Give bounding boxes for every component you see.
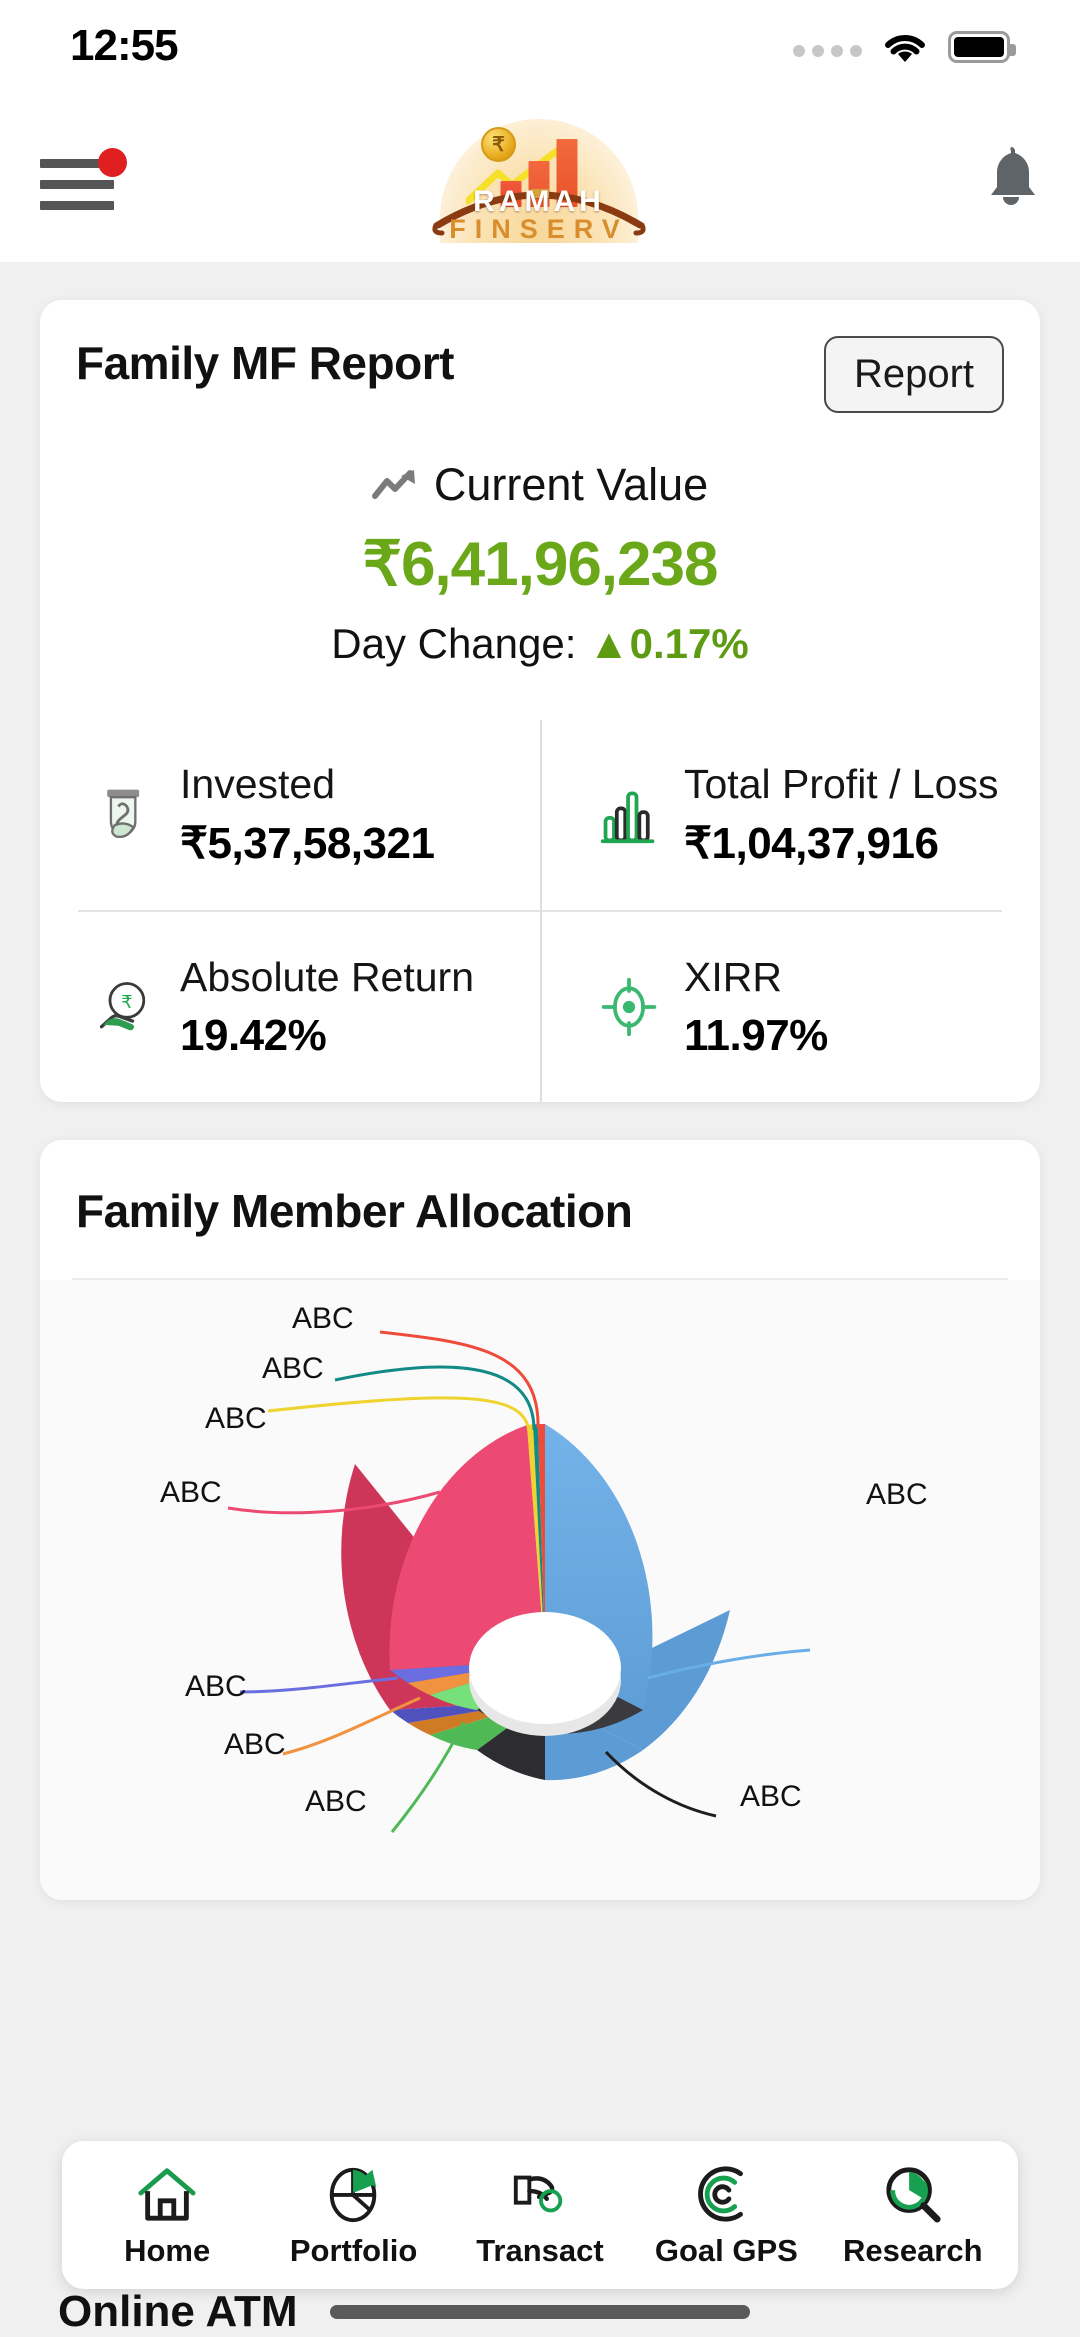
logo-brand-secondary: FINSERV <box>424 214 654 245</box>
nav-label: Transact <box>476 2233 604 2269</box>
nav-item-home[interactable]: Home <box>80 2161 254 2269</box>
nav-label: Research <box>843 2233 983 2269</box>
app-logo[interactable]: ₹ RAMAH FINSERV <box>424 111 654 243</box>
stat-absolute-return[interactable]: ₹ Absolute Return 19.42% <box>40 912 540 1102</box>
rupee-hand-icon: ₹ <box>92 974 158 1040</box>
pie-chart-svg <box>40 1280 1040 1900</box>
notification-badge-dot <box>98 148 127 177</box>
stat-value: ₹1,04,37,916 <box>684 818 998 869</box>
stat-label: Absolute Return <box>180 954 474 1001</box>
nav-item-research[interactable]: Research <box>826 2161 1000 2269</box>
day-change-value: ▲0.17% <box>588 620 749 667</box>
stat-invested[interactable]: Invested ₹5,37,58,321 <box>40 720 540 910</box>
hand-cash-icon <box>92 782 158 848</box>
stat-total-profit-loss[interactable]: Total Profit / Loss ₹1,04,37,916 <box>540 720 1040 910</box>
pie-label: ABC <box>160 1476 222 1510</box>
bar-chart-icon <box>596 782 662 848</box>
home-icon <box>137 2161 197 2223</box>
family-member-allocation-card: Family Member Allocation <box>40 1140 1040 1900</box>
battery-full-icon <box>948 31 1010 63</box>
current-value-row: Current Value <box>40 459 1040 511</box>
radar-icon <box>696 2161 756 2223</box>
stat-label: XIRR <box>684 954 828 1001</box>
app-header: ₹ RAMAH FINSERV <box>0 92 1080 262</box>
day-change-row: Day Change: ▲0.17% <box>40 620 1040 668</box>
home-indicator-bar[interactable] <box>330 2305 750 2319</box>
nav-item-portfolio[interactable]: Portfolio <box>267 2161 441 2269</box>
stat-value: 11.97% <box>684 1011 828 1061</box>
pie-label: ABC <box>205 1402 267 1436</box>
nav-item-goal-gps[interactable]: Goal GPS <box>639 2161 813 2269</box>
next-section-partial-title: Online ATM <box>58 2287 298 2337</box>
status-bar-icons <box>793 29 1010 63</box>
nav-item-transact[interactable]: Transact <box>453 2161 627 2269</box>
svg-text:₹: ₹ <box>121 992 132 1013</box>
current-value-amount: ₹6,41,96,238 <box>40 527 1040 600</box>
pie-label: ABC <box>262 1352 324 1386</box>
target-icon <box>596 974 662 1040</box>
signal-dots-icon <box>793 45 862 63</box>
pie-label: ABC <box>866 1478 928 1512</box>
page-title: Family MF Report <box>76 336 454 390</box>
nav-label: Goal GPS <box>655 2233 798 2269</box>
logo-rupee-coin-icon: ₹ <box>481 127 516 162</box>
stats-grid: Invested ₹5,37,58,321 Total Profit / Los… <box>40 720 1040 1102</box>
current-value-label: Current Value <box>434 459 708 511</box>
nav-label: Portfolio <box>290 2233 417 2269</box>
allocation-pie-chart[interactable]: ABC ABC ABC ABC ABC ABC ABC ABC ABC <box>40 1280 1040 1900</box>
report-button[interactable]: Report <box>824 336 1004 413</box>
hand-coin-icon <box>510 2161 570 2223</box>
stat-label: Total Profit / Loss <box>684 761 998 808</box>
pie-label: ABC <box>292 1302 354 1336</box>
allocation-title: Family Member Allocation <box>40 1140 1040 1278</box>
search-pie-icon <box>883 2161 943 2223</box>
stat-xirr[interactable]: XIRR 11.97% <box>540 912 1040 1102</box>
trend-up-icon <box>372 468 418 502</box>
pie-label: ABC <box>224 1728 286 1762</box>
pie-label: ABC <box>305 1785 367 1819</box>
pie-chart-icon <box>324 2161 384 2223</box>
stat-value: 19.42% <box>180 1011 474 1061</box>
scroll-content[interactable]: Family MF Report Report Current Value ₹6… <box>0 262 1080 2337</box>
bottom-navigation-bar: Home Portfolio <box>62 2141 1018 2289</box>
stat-value: ₹5,37,58,321 <box>180 818 434 869</box>
status-bar-clock: 12:55 <box>70 21 178 71</box>
day-change-label: Day Change: <box>331 620 576 667</box>
bell-icon[interactable] <box>976 137 1046 217</box>
wifi-icon <box>882 29 928 63</box>
nav-label: Home <box>124 2233 210 2269</box>
hamburger-menu-icon[interactable] <box>34 137 120 217</box>
family-mf-report-card: Family MF Report Report Current Value ₹6… <box>40 300 1040 1102</box>
summary-card-header: Family MF Report Report <box>40 300 1040 413</box>
pie-label: ABC <box>185 1670 247 1704</box>
stat-label: Invested <box>180 761 434 808</box>
pie-label: ABC <box>740 1780 802 1814</box>
status-bar: 12:55 <box>0 0 1080 92</box>
